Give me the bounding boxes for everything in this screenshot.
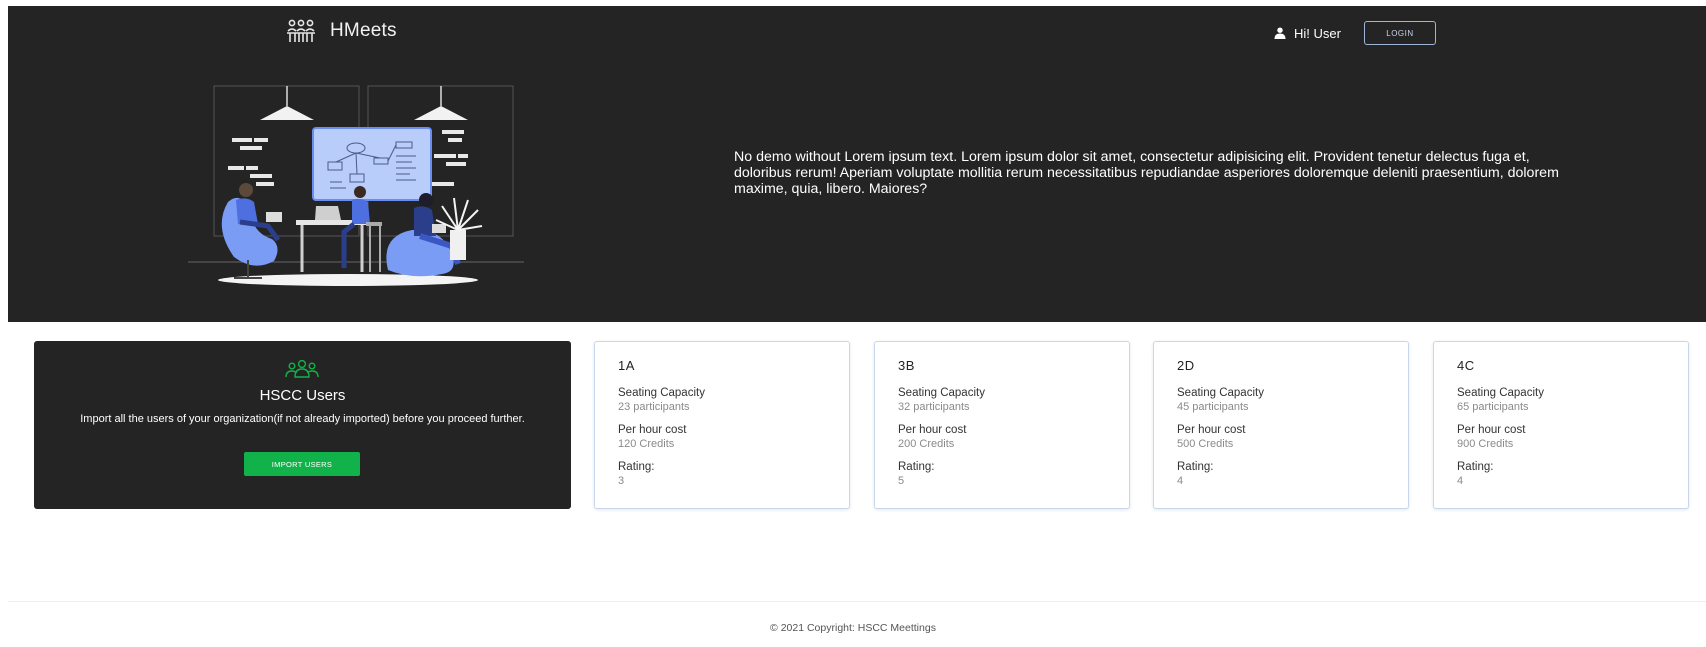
login-button[interactable]: LOGIN: [1363, 21, 1436, 45]
capacity-label: Seating Capacity: [618, 387, 705, 399]
brand[interactable]: HMeets: [286, 18, 397, 44]
rating-label: Rating:: [898, 461, 935, 473]
capacity-label: Seating Capacity: [1177, 387, 1264, 399]
import-card-description: Import all the users of your organizatio…: [80, 413, 525, 425]
capacity-value: 32 participants: [898, 401, 970, 413]
rating-label: Rating:: [1457, 461, 1494, 473]
cost-label: Per hour cost: [1457, 424, 1526, 436]
room-card-2d[interactable]: 2D Seating Capacity 45 participants Per …: [1153, 341, 1409, 509]
meeting-people-icon: [286, 18, 316, 44]
capacity-label: Seating Capacity: [898, 387, 985, 399]
rating-value: 4: [1457, 475, 1464, 487]
hero-banner: No demo without Lorem ipsum text. Lorem …: [8, 58, 1706, 322]
cost-label: Per hour cost: [1177, 424, 1246, 436]
room-name: 1A: [618, 358, 635, 373]
rating-label: Rating:: [618, 461, 655, 473]
cost-value: 500 Credits: [1177, 438, 1234, 450]
user-icon: [1274, 27, 1286, 39]
rating-value: 4: [1177, 475, 1184, 487]
room-name: 3B: [898, 358, 915, 373]
capacity-value: 23 participants: [618, 401, 690, 413]
footer-copyright: © 2021 Copyright: HSCC Meettings: [770, 622, 936, 634]
capacity-value: 65 participants: [1457, 401, 1529, 413]
room-name: 2D: [1177, 358, 1195, 373]
rating-value: 5: [898, 475, 905, 487]
nav-user-area: Hi! User LOGIN: [1274, 21, 1436, 45]
cost-label: Per hour cost: [618, 424, 687, 436]
capacity-value: 45 participants: [1177, 401, 1249, 413]
navbar: HMeets Hi! User LOGIN: [8, 6, 1706, 58]
cost-value: 120 Credits: [618, 438, 675, 450]
hero-description: No demo without Lorem ipsum text. Lorem …: [734, 149, 1559, 197]
brand-name: HMeets: [330, 20, 397, 41]
cost-label: Per hour cost: [898, 424, 967, 436]
room-card-3b[interactable]: 3B Seating Capacity 32 participants Per …: [874, 341, 1130, 509]
room-card-1a[interactable]: 1A Seating Capacity 23 participants Per …: [594, 341, 850, 509]
user-greeting: Hi! User: [1294, 25, 1341, 41]
room-name: 4C: [1457, 358, 1475, 373]
room-card-4c[interactable]: 4C Seating Capacity 65 participants Per …: [1433, 341, 1689, 509]
import-users-card: HSCC Users Import all the users of your …: [34, 341, 571, 509]
footer-divider: [8, 601, 1706, 602]
import-card-title: HSCC Users: [259, 387, 346, 404]
cost-value: 900 Credits: [1457, 438, 1514, 450]
capacity-label: Seating Capacity: [1457, 387, 1544, 399]
rating-label: Rating:: [1177, 461, 1214, 473]
import-users-button[interactable]: IMPORT USERS: [244, 452, 360, 476]
cost-value: 200 Credits: [898, 438, 955, 450]
users-group-icon: [284, 359, 320, 384]
meeting-room-illustration: [188, 82, 528, 307]
rating-value: 3: [618, 475, 625, 487]
